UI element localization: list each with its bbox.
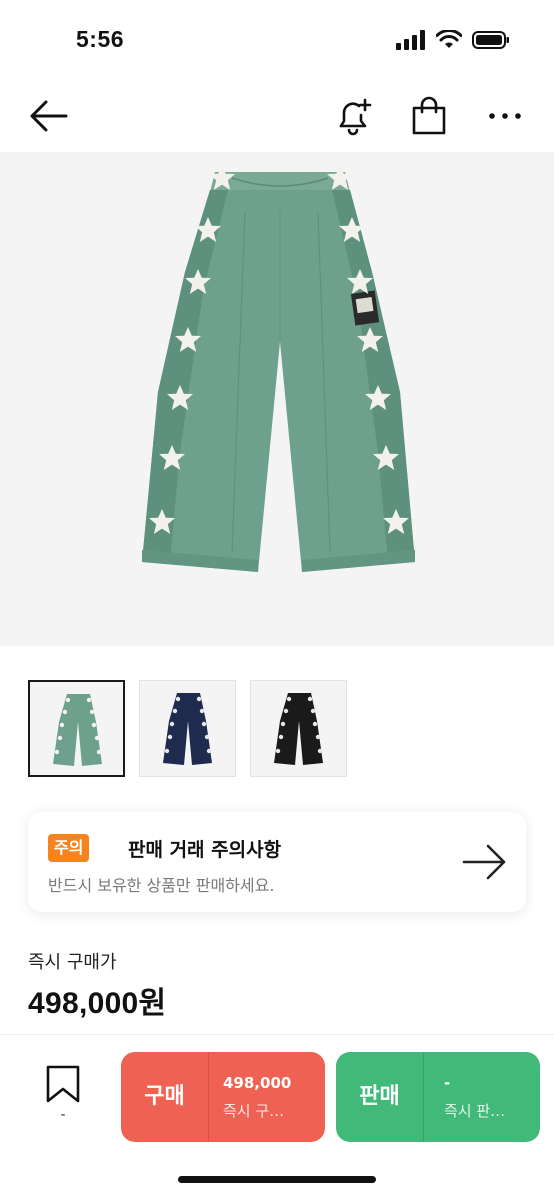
buy-sublabel: 즉시 구… bbox=[223, 1102, 285, 1120]
shopping-bag-button[interactable] bbox=[403, 90, 455, 142]
nav-bar bbox=[0, 84, 554, 152]
thumbnail-list bbox=[28, 680, 347, 777]
product-thumbnail[interactable] bbox=[139, 680, 236, 777]
wifi-icon bbox=[436, 30, 462, 48]
buy-button[interactable]: 구매 498,000 즉시 구… bbox=[121, 1052, 325, 1142]
instant-buy-price: 498,000원 bbox=[28, 987, 167, 1020]
product-thumbnail[interactable] bbox=[28, 680, 125, 777]
warning-badge: 주의 bbox=[48, 834, 90, 862]
sell-label: 판매 bbox=[336, 1052, 424, 1142]
sell-button[interactable]: 판매 - 즉시 판… bbox=[336, 1052, 540, 1142]
more-icon bbox=[489, 113, 521, 119]
more-button[interactable] bbox=[479, 90, 531, 142]
buy-label: 구매 bbox=[121, 1052, 209, 1142]
pants-thumbnail-image bbox=[53, 694, 102, 766]
sell-price: - bbox=[444, 1074, 451, 1092]
arrow-right-icon bbox=[462, 844, 506, 880]
sell-sublabel: 즉시 판… bbox=[444, 1102, 506, 1120]
instant-buy-price-label: 즉시 구매가 bbox=[28, 952, 117, 973]
status-icons bbox=[396, 30, 510, 50]
battery-icon bbox=[472, 31, 509, 49]
pants-illustration bbox=[142, 165, 415, 572]
selling-notice-card[interactable]: 주의 판매 거래 주의사항 반드시 보유한 상품만 판매하세요. bbox=[28, 812, 526, 912]
bookmark-count: - bbox=[60, 1107, 66, 1123]
notice-description: 반드시 보유한 상품만 판매하세요. bbox=[48, 876, 275, 895]
signal-icon bbox=[396, 30, 425, 50]
shopping-bag-icon bbox=[412, 96, 446, 135]
home-indicator bbox=[178, 1176, 376, 1183]
bell-plus-icon bbox=[339, 98, 372, 136]
bookmark-button[interactable]: - bbox=[38, 1065, 88, 1135]
back-button[interactable] bbox=[22, 90, 74, 142]
notification-add-button[interactable] bbox=[327, 90, 379, 142]
pants-thumbnail-image bbox=[163, 693, 212, 765]
notice-title: 판매 거래 주의사항 bbox=[128, 839, 282, 861]
product-thumbnail[interactable] bbox=[250, 680, 347, 777]
arrow-left-icon bbox=[30, 100, 68, 132]
pants-thumbnail-image bbox=[274, 693, 323, 765]
status-bar: 5:56 bbox=[0, 0, 554, 84]
bookmark-icon bbox=[46, 1065, 80, 1103]
status-time: 5:56 bbox=[76, 26, 125, 52]
buy-price: 498,000 bbox=[223, 1074, 292, 1092]
product-image[interactable] bbox=[0, 152, 554, 646]
